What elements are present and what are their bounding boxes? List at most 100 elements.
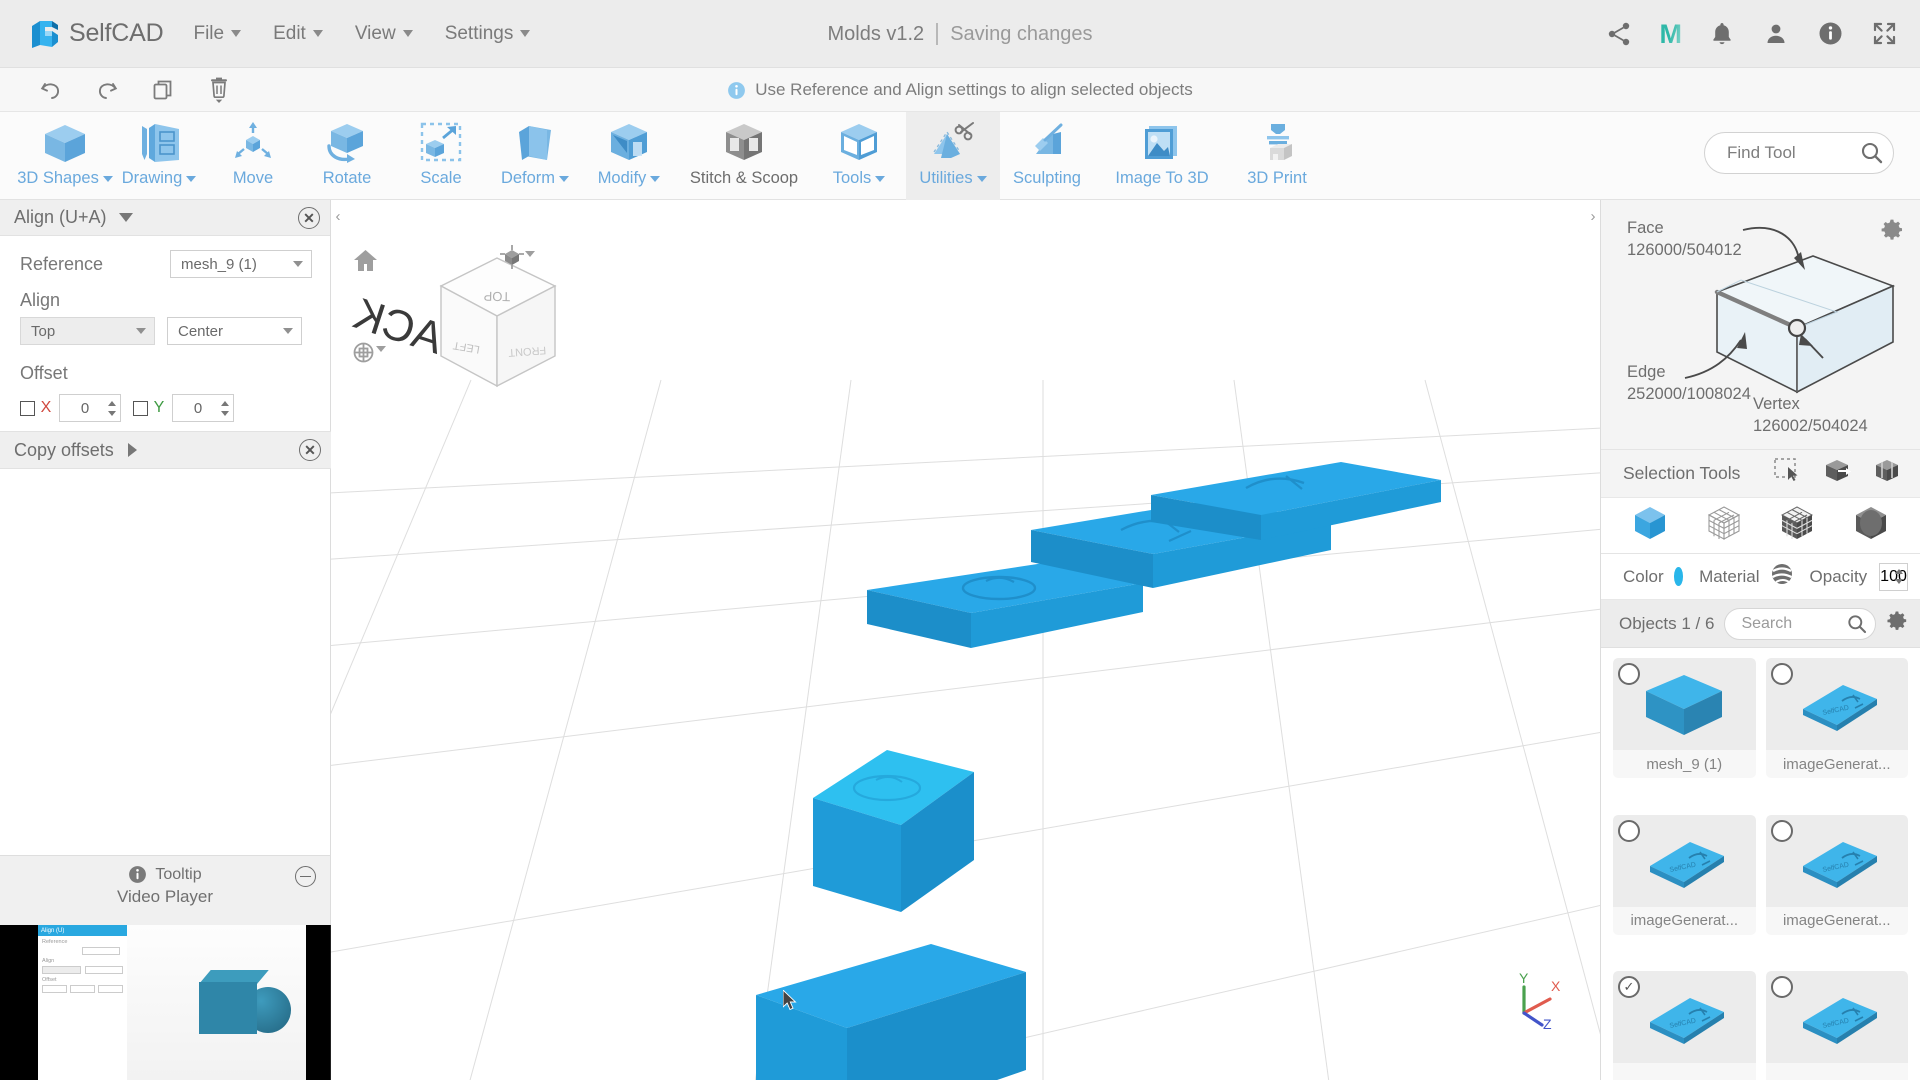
align-panel-body: Reference mesh_9 (1) Align Top Center Of… [0, 236, 330, 460]
video-field [82, 947, 120, 955]
messages-m-icon[interactable]: M [1660, 20, 1683, 48]
account-person-icon[interactable] [1764, 21, 1790, 47]
object-select-checkbox[interactable] [1770, 663, 1793, 685]
info-icon [129, 866, 147, 883]
offset-x-checkbox[interactable] [20, 400, 35, 416]
delete-button[interactable] [198, 72, 240, 108]
objects-settings-gear-icon[interactable] [1886, 610, 1908, 637]
ribbon-item-modify[interactable]: Modify [582, 112, 676, 200]
box-select-icon[interactable] [1874, 458, 1902, 489]
collapse-left-panel-button[interactable]: ‹ [331, 203, 345, 229]
color-swatch[interactable] [1673, 567, 1684, 586]
fullscreen-icon[interactable] [1872, 21, 1898, 47]
edge-mode-icon[interactable] [1778, 504, 1816, 547]
ribbon-item-3d-shapes[interactable]: 3D Shapes [17, 112, 113, 200]
object-card[interactable]: SelfCAD imageGenerat... [1765, 814, 1908, 935]
face-mode-icon[interactable] [1852, 504, 1890, 547]
home-view-gizmo[interactable] [353, 248, 378, 278]
brand-logo[interactable]: SelfCAD [28, 17, 164, 51]
info-icon [728, 81, 746, 99]
notifications-bell-icon[interactable] [1710, 21, 1736, 47]
info-icon[interactable] [1818, 21, 1844, 47]
chevron-down-icon [186, 175, 197, 182]
object-select-checkbox[interactable] [1770, 976, 1793, 999]
tooltip-video-player[interactable]: Align (U) Reference Align Offset [0, 925, 331, 1080]
redo-button[interactable] [86, 72, 128, 108]
object-select-checkbox[interactable] [1618, 663, 1640, 685]
offset-label: Offset [20, 363, 68, 383]
ribbon-item-stitch-and-scoop[interactable]: Stitch & Scoop [676, 112, 812, 200]
video-text: Reference [42, 939, 68, 945]
video-frame: Align (U) Reference Align Offset [38, 925, 306, 1080]
object-properties-row: Color Material Opacity 100 [1601, 554, 1920, 600]
rectangle-select-icon[interactable] [1774, 458, 1802, 489]
object-card[interactable]: ✓ SelfCAD [1613, 971, 1756, 1080]
fit-to-view-gizmo[interactable] [351, 340, 386, 370]
ribbon-item-rotate[interactable]: Rotate [300, 112, 394, 200]
offset-y-input[interactable]: 0 [172, 394, 234, 422]
object-card[interactable]: SelfCAD imageGenerat... [1765, 658, 1908, 778]
menu-item-edit[interactable]: Edit [271, 19, 325, 49]
ribbon-item-drawing[interactable]: Drawing [112, 112, 206, 200]
object-card[interactable]: SelfCAD [1765, 971, 1909, 1080]
offset-y-stepper[interactable] [221, 395, 229, 421]
align-horizontal-select[interactable]: Center [167, 317, 302, 345]
reference-value: mesh_9 (1) [181, 255, 257, 273]
orientation-nav-cube[interactable]: TOP LEFT FRONT [379, 236, 589, 426]
minimize-icon[interactable] [295, 866, 316, 887]
object-card[interactable]: mesh_9 (1) [1613, 658, 1756, 778]
menu-item-view[interactable]: View [353, 19, 415, 49]
chevron-down-icon [221, 410, 229, 416]
object-name [1613, 1063, 1756, 1080]
ribbon-item-move[interactable]: Move [206, 112, 300, 200]
ribbon-item-sculpting[interactable]: Sculpting [1000, 112, 1094, 200]
share-icon[interactable] [1606, 21, 1632, 47]
copy-offsets-section[interactable]: Copy offsets ✕ [0, 431, 331, 469]
offset-x-input[interactable]: 0 [59, 394, 121, 422]
offset-x-stepper[interactable] [108, 395, 116, 421]
material-icon[interactable] [1770, 562, 1794, 591]
copy-button[interactable] [142, 72, 184, 108]
find-tool-input[interactable]: Find Tool [1704, 132, 1894, 174]
chevron-right-icon[interactable] [127, 443, 137, 457]
chevron-down-icon [650, 175, 661, 182]
close-icon[interactable]: ✕ [299, 439, 321, 461]
offset-y-checkbox[interactable] [133, 400, 148, 416]
ribbon-item-utilities[interactable]: Utilities [906, 112, 1000, 200]
ribbon-label: Stitch & Scoop [689, 169, 799, 187]
opacity-input[interactable]: 100 [1879, 562, 1908, 591]
selected-box-mesh-9 [813, 750, 974, 912]
ribbon-item-deform[interactable]: Deform [488, 112, 582, 200]
undo-button[interactable] [30, 72, 72, 108]
objects-search-input[interactable]: Search [1724, 607, 1876, 640]
3d-viewport[interactable]: BACK RIGHT [331, 200, 1600, 1080]
ribbon-item-scale[interactable]: Scale [394, 112, 488, 200]
close-icon[interactable]: ✕ [298, 206, 320, 229]
opacity-stepper[interactable] [1895, 564, 1903, 590]
align-vertical-select[interactable]: Top [20, 317, 155, 345]
ribbon-item-3d-print[interactable]: 3D Print [1230, 112, 1324, 200]
object-card[interactable]: SelfCAD imageGenerat... [1613, 814, 1756, 935]
material-label: Material [1699, 566, 1760, 586]
through-select-icon[interactable] [1824, 458, 1852, 489]
ribbon-item-tools[interactable]: Tools [812, 112, 906, 200]
align-panel: Align (U+A) ✕ Reference mesh_9 (1) Align… [0, 200, 331, 916]
face-stat: Face 126000/504012 [1627, 218, 1742, 262]
menu-item-settings[interactable]: Settings [443, 19, 533, 49]
ribbon-item-image-to-3d[interactable]: Image To 3D [1094, 112, 1230, 200]
vertex-mode-icon[interactable] [1705, 504, 1743, 547]
collapse-right-panel-button[interactable]: › [1586, 203, 1600, 229]
object-mode-icon[interactable] [1631, 504, 1669, 547]
face-label: Face [1627, 219, 1664, 237]
perspective-view-gizmo[interactable] [499, 244, 535, 275]
object-select-checkbox[interactable] [1618, 819, 1640, 842]
reference-select[interactable]: mesh_9 (1) [170, 250, 312, 278]
chevron-up-icon [108, 400, 116, 406]
ribbon-label: Deform [501, 169, 570, 188]
ribbon-label: Drawing [122, 169, 197, 188]
object-name [1766, 1063, 1909, 1080]
object-select-checkbox[interactable] [1770, 819, 1793, 842]
menu-item-file[interactable]: File [191, 19, 243, 49]
contextual-hint: Use Reference and Align settings to alig… [0, 68, 1920, 112]
chevron-down-icon[interactable] [118, 213, 133, 222]
